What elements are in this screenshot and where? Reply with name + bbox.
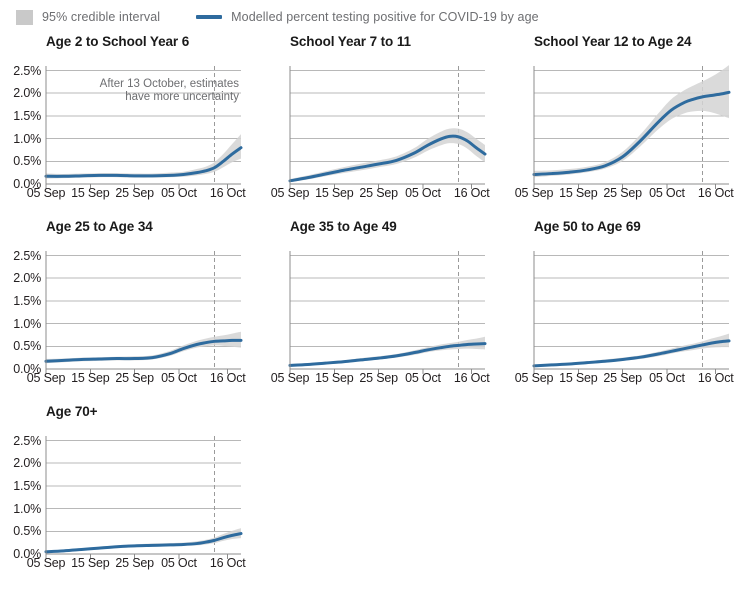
x-axis-tick-label: 05 Oct [649, 371, 685, 385]
x-axis-tick-label: 15 Sep [71, 186, 110, 200]
x-axis-tick-label: 16 Oct [697, 371, 734, 385]
x-axis-tick-label: 25 Sep [603, 186, 642, 200]
x-axis-tick-label: 15 Sep [559, 186, 598, 200]
x-axis-labels: 05 Sep 15 Sep 25 Sep 05 Oct 16 Oct [488, 186, 734, 202]
axis-lines [533, 251, 729, 374]
x-axis-labels: 05 Sep 15 Sep 25 Sep 05 Oct 16 Oct [244, 186, 490, 202]
gridlines [46, 255, 241, 347]
panel-title: School Year 7 to 11 [290, 34, 411, 49]
chart-panel-age-70: Age 70+ 0.0% 0.5% 1.0% 1.5% 2.0% 2.5% 05 Sep 15 … [0, 404, 246, 589]
legend-item-modelled-line: Modelled percent testing positive for CO… [196, 10, 539, 24]
plot-area [488, 245, 732, 380]
x-axis-tick-label: 05 Oct [405, 371, 441, 385]
x-axis-tick-label: 25 Sep [603, 371, 642, 385]
x-axis-tick-label: 15 Sep [315, 186, 354, 200]
x-axis-labels: 05 Sep 15 Sep 25 Sep 05 Oct 16 Oct [244, 371, 490, 387]
chart-legend: 95% credible interval Modelled percent t… [0, 0, 739, 34]
gridlines [290, 255, 485, 347]
ci-band-swatch-icon [16, 9, 33, 25]
legend-item-label: 95% credible interval [42, 10, 161, 24]
x-axis-tick-label: 15 Sep [315, 371, 354, 385]
x-axis-tick-label: 16 Oct [209, 371, 246, 385]
plot-area [0, 245, 244, 380]
plot-area [244, 245, 488, 380]
x-axis-tick-label: 15 Sep [71, 556, 110, 570]
modelled-percent-line [532, 339, 731, 368]
chart-panel-school-year-7-to-11: School Year 7 to 11 05 Sep 15 Sep 25 Sep 05 … [244, 34, 490, 219]
chart-panel-age-2-to-school-year-6: Age 2 to School Year 6 0.0% 0.5% 1.0% 1.5% 2.… [0, 34, 246, 219]
chart-panel-school-year-12-to-age-24: School Year 12 to Age 24 05 Sep 15 Sep 25 S… [488, 34, 734, 219]
x-axis-tick-label: 05 Oct [161, 371, 197, 385]
x-axis-tick-label: 05 Oct [161, 186, 197, 200]
legend-item-label: Modelled percent testing positive for CO… [231, 10, 539, 24]
x-axis-tick-label: 05 Sep [26, 556, 66, 570]
x-axis-tick-label: 25 Sep [115, 186, 154, 200]
x-axis-tick-label: 16 Oct [209, 556, 246, 570]
plot-svg [44, 251, 243, 374]
panel-title: Age 25 to Age 34 [46, 219, 153, 234]
panel-title: Age 50 to Age 69 [534, 219, 641, 234]
x-axis-tick-label: 16 Oct [453, 371, 490, 385]
gridlines [534, 255, 729, 347]
panel-title: Age 35 to Age 49 [290, 219, 397, 234]
x-axis-tick-label: 15 Sep [559, 371, 598, 385]
x-axis-tick-label: 05 Sep [26, 371, 66, 385]
x-axis-tick-label: 05 Oct [405, 186, 441, 200]
panel-title: Age 70+ [46, 404, 98, 419]
chart-panel-age-25-to-age-34: Age 25 to Age 34 0.0% 0.5% 1.0% 1.5% 2.0% 2.5%… [0, 219, 246, 404]
x-axis-labels: 05 Sep 15 Sep 25 Sep 05 Oct 16 Oct [488, 371, 734, 387]
uncertainty-annotation: After 13 October, estimates have more un… [99, 77, 239, 103]
panel-title: School Year 12 to Age 24 [534, 34, 692, 49]
plot-area [0, 430, 244, 565]
x-axis-tick-label: 16 Oct [453, 186, 490, 200]
x-axis-labels: 05 Sep 15 Sep 25 Sep 05 Oct 16 Oct [0, 371, 246, 387]
credible-interval-band [534, 65, 729, 178]
x-axis-tick-label: 25 Sep [115, 371, 154, 385]
x-axis-tick-label: 16 Oct [697, 186, 734, 200]
modelled-percent-line [288, 342, 487, 367]
x-axis-labels: 05 Sep 15 Sep 25 Sep 05 Oct 16 Oct [0, 556, 246, 572]
plot-svg [532, 65, 731, 189]
credible-interval-band [534, 333, 729, 367]
x-axis-tick-label: 25 Sep [359, 186, 398, 200]
credible-interval-band [290, 336, 485, 367]
plot-area [244, 60, 488, 195]
line-swatch-icon [196, 15, 223, 19]
x-axis-tick-label: 05 Sep [514, 186, 554, 200]
x-axis-tick-label: 15 Sep [71, 371, 110, 385]
x-axis-tick-label: 05 Sep [270, 371, 310, 385]
plot-area [488, 60, 732, 195]
plot-svg [44, 436, 243, 559]
small-multiples-grid: Age 2 to School Year 6 0.0% 0.5% 1.0% 1.5% 2.… [0, 34, 739, 611]
x-axis-tick-label: 16 Oct [209, 186, 246, 200]
gridlines [46, 440, 241, 532]
chart-panel-age-35-to-age-49: Age 35 to Age 49 05 Sep 15 Sep 25 Sep 05 Oct… [244, 219, 490, 404]
x-axis-labels: 05 Sep 15 Sep 25 Sep 05 Oct 16 Oct [0, 186, 246, 202]
x-axis-tick-label: 05 Oct [649, 186, 685, 200]
panel-title: Age 2 to School Year 6 [46, 34, 190, 49]
plot-svg [288, 66, 487, 189]
x-axis-tick-label: 05 Sep [270, 186, 310, 200]
legend-item-credible-interval: 95% credible interval [16, 9, 161, 25]
x-axis-tick-label: 25 Sep [359, 371, 398, 385]
gridlines [290, 70, 485, 162]
x-axis-tick-label: 05 Sep [514, 371, 554, 385]
x-axis-tick-label: 05 Sep [26, 186, 66, 200]
chart-panel-age-50-to-age-69: Age 50 to Age 69 05 Sep 15 Sep 25 Sep 05 Oct… [488, 219, 734, 404]
axis-lines [289, 66, 485, 189]
credible-interval-band [46, 134, 241, 179]
axis-lines [45, 251, 241, 374]
plot-svg [288, 251, 487, 374]
x-axis-tick-label: 05 Oct [161, 556, 197, 570]
x-axis-tick-label: 25 Sep [115, 556, 154, 570]
plot-svg [532, 251, 731, 374]
